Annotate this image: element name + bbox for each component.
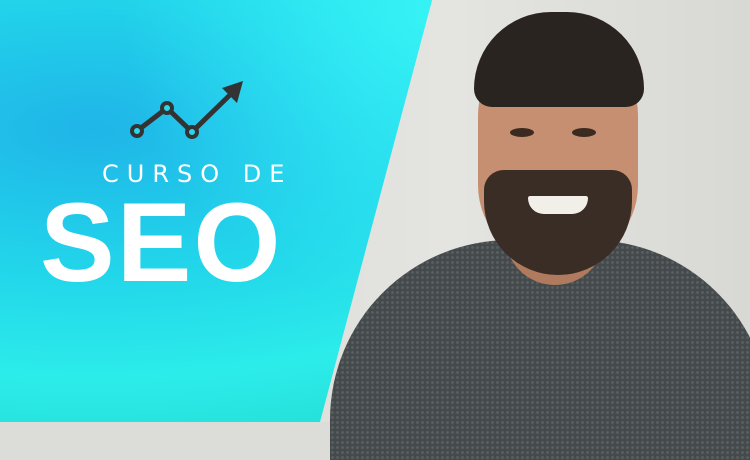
trending-up-chart-icon [130, 81, 243, 139]
right-eye [572, 128, 596, 137]
left-eye [510, 128, 534, 137]
hair [474, 12, 644, 107]
title-line-2: SEO [40, 180, 283, 305]
mouth [528, 196, 588, 214]
